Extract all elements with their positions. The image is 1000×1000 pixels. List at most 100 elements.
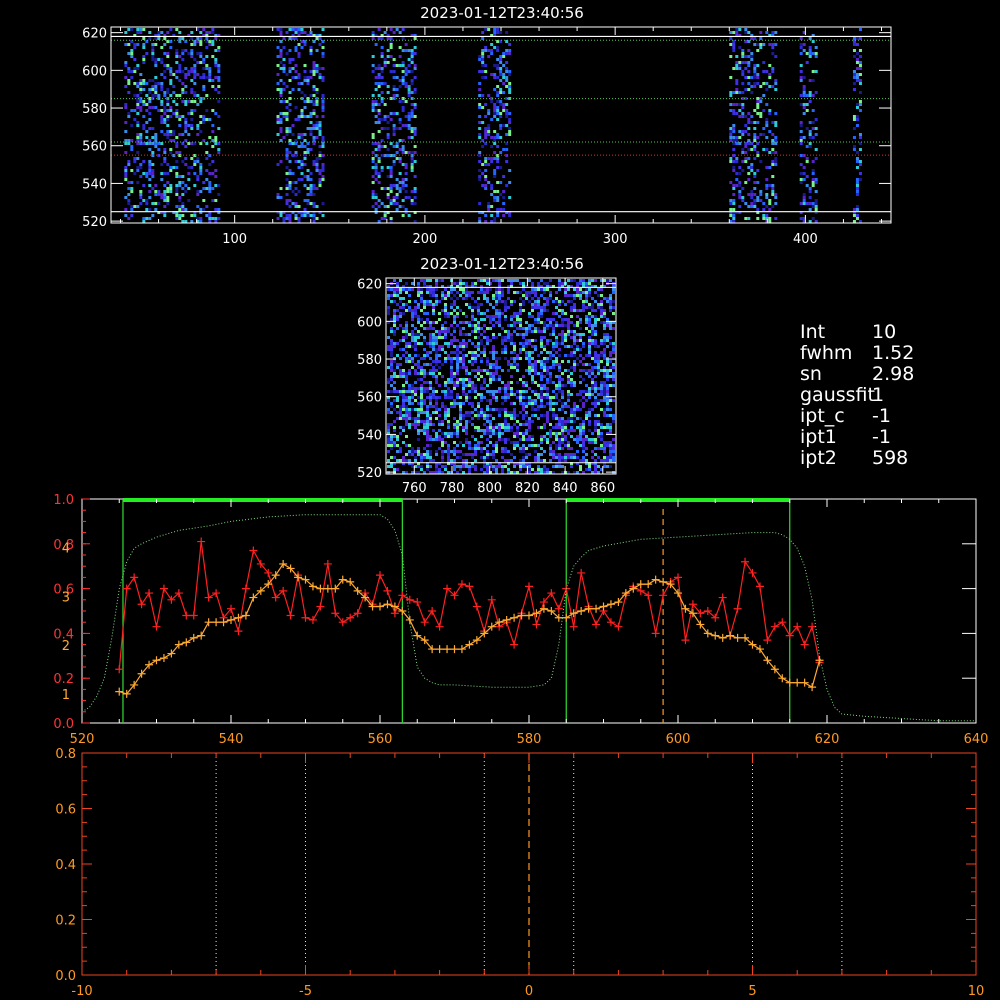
- zoom-pixel: [573, 438, 576, 441]
- image-pixel: [208, 172, 212, 175]
- zoom-pixel: [558, 315, 561, 318]
- zoom-pixel: [588, 336, 591, 339]
- zoom-pixel: [579, 291, 582, 294]
- image-pixel: [771, 31, 775, 34]
- image-pixel: [389, 184, 393, 187]
- image-pixel: [389, 28, 393, 31]
- zoom-pixel: [435, 330, 438, 333]
- orange-profile-point: [726, 631, 735, 640]
- image-pixel: [753, 148, 757, 151]
- zoom-pixel: [429, 444, 432, 447]
- image-pixel: [395, 112, 399, 115]
- zoom-pixel: [603, 393, 606, 396]
- zoom-pixel: [501, 351, 504, 354]
- zoom-pixel: [522, 405, 525, 408]
- image-pixel: [377, 82, 381, 85]
- image-pixel: [496, 145, 500, 148]
- zoom-pixel: [522, 288, 525, 291]
- zoom-pixel: [495, 423, 498, 426]
- zoom-pixel: [486, 450, 489, 453]
- zoom-pixel: [549, 351, 552, 354]
- zoom-pixel: [489, 393, 492, 396]
- image-pixel: [395, 28, 399, 31]
- zoom-pixel: [558, 444, 561, 447]
- zoom-pixel: [399, 288, 402, 291]
- image-pixel: [392, 145, 396, 148]
- image-pixel: [398, 64, 402, 67]
- zoom-pixel: [459, 402, 462, 405]
- zoom-pixel: [606, 372, 609, 375]
- zoom-pixel: [570, 381, 573, 384]
- zoom-pixel: [453, 441, 456, 444]
- zoom-pixel: [435, 468, 438, 471]
- zoom-pixel: [426, 321, 429, 324]
- zoom-pixel: [609, 324, 612, 327]
- zoom-pixel: [402, 429, 405, 432]
- zoom-pixel: [519, 423, 522, 426]
- image-pixel: [738, 67, 742, 70]
- image-pixel: [505, 112, 509, 115]
- image-pixel: [765, 70, 769, 73]
- image-pixel: [499, 124, 503, 127]
- zoom-pixel: [498, 324, 501, 327]
- zoom-pixel: [438, 354, 441, 357]
- image-pixel: [276, 88, 280, 91]
- zoom-pixel: [480, 279, 483, 282]
- image-pixel: [163, 94, 167, 97]
- zoom-pixel: [453, 387, 456, 390]
- image-pixel: [753, 73, 757, 76]
- image-pixel: [407, 118, 411, 121]
- zoom-pixel: [396, 327, 399, 330]
- image-pixel: [805, 160, 809, 163]
- image-pixel: [377, 85, 381, 88]
- zoom-pixel: [420, 390, 423, 393]
- zoom-pixel: [420, 291, 423, 294]
- red-profile-point: [577, 568, 586, 577]
- zoom-pixel: [591, 342, 594, 345]
- image-pixel: [175, 217, 179, 220]
- zoom-pixel: [582, 450, 585, 453]
- image-pixel: [855, 118, 859, 121]
- zoom-pixel: [498, 408, 501, 411]
- image-pixel: [502, 82, 506, 85]
- zoom-pixel: [525, 438, 528, 441]
- zoom-pixel: [459, 420, 462, 423]
- zoom-pixel: [447, 426, 450, 429]
- image-pixel: [380, 82, 384, 85]
- zoom-pixel: [447, 435, 450, 438]
- zoom-pixel: [516, 396, 519, 399]
- zoom-pixel: [516, 381, 519, 384]
- zoom-pixel: [447, 450, 450, 453]
- zoom-pixel: [501, 432, 504, 435]
- zoom-pixel: [417, 333, 420, 336]
- zoom-pixel: [411, 393, 414, 396]
- image-pixel: [502, 64, 506, 67]
- image-pixel: [321, 163, 325, 166]
- image-pixel: [750, 148, 754, 151]
- zoom-pixel: [507, 306, 510, 309]
- zoom-pixel: [429, 387, 432, 390]
- image-pixel: [852, 118, 856, 121]
- zoom-pixel: [405, 405, 408, 408]
- image-pixel: [184, 118, 188, 121]
- zoom-pixel: [546, 282, 549, 285]
- zoom-pixel: [453, 288, 456, 291]
- image-pixel: [199, 166, 203, 169]
- zoom-pixel: [546, 366, 549, 369]
- image-pixel: [154, 184, 158, 187]
- image-pixel: [133, 58, 137, 61]
- zoom-pixel: [534, 303, 537, 306]
- zoom-pixel: [501, 300, 504, 303]
- orange-profile-point: [755, 645, 764, 654]
- image-pixel: [401, 61, 405, 64]
- image-pixel: [762, 61, 766, 64]
- image-pixel: [490, 49, 494, 52]
- image-pixel: [294, 106, 298, 109]
- image-pixel: [124, 31, 128, 34]
- zoom-pixel: [447, 408, 450, 411]
- zoom-pixel: [501, 294, 504, 297]
- zoom-pixel: [423, 402, 426, 405]
- zoom-pixel: [393, 315, 396, 318]
- image-pixel: [762, 94, 766, 97]
- zoom-pixel: [537, 288, 540, 291]
